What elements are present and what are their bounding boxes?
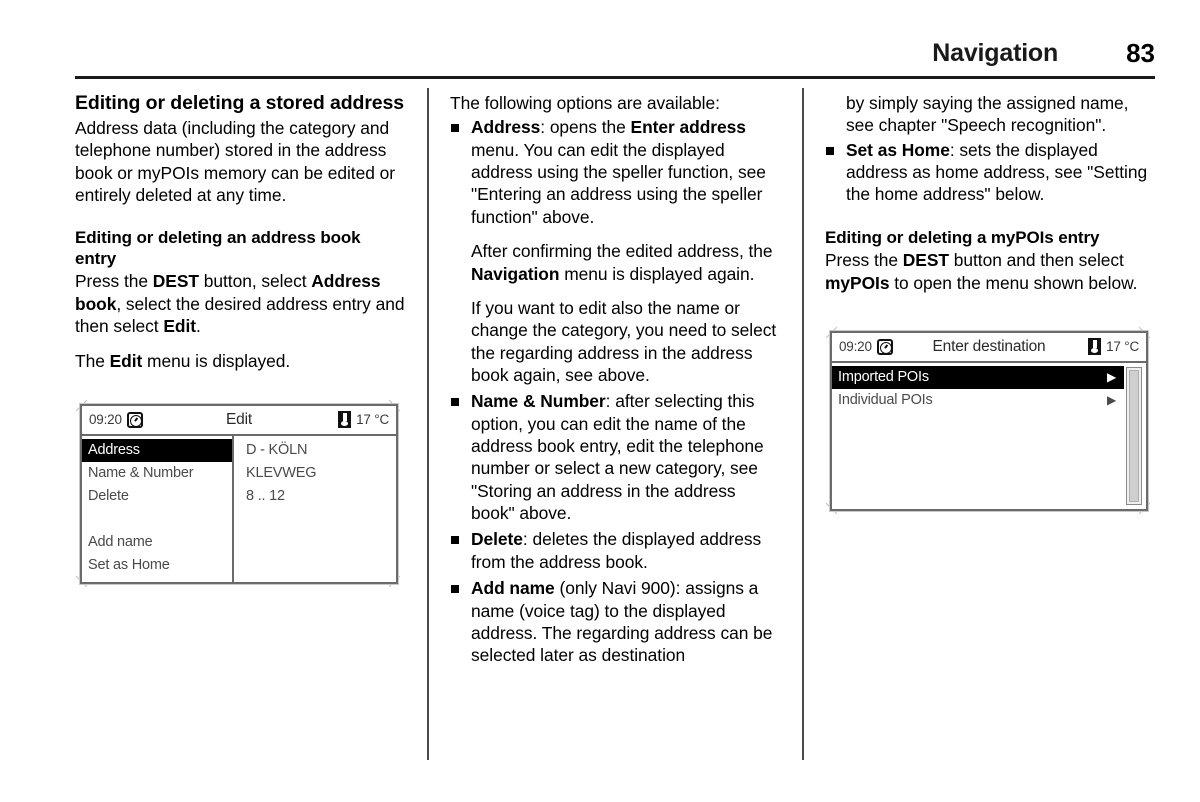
destination-temperature-group: 17 °C — [1088, 338, 1139, 356]
dest-button-ref-2: DEST — [902, 250, 949, 271]
instr-part-c: button, select — [198, 271, 312, 292]
edit-menu-ref: Edit — [109, 351, 143, 372]
list-item-imported-pois-label: Imported POIs — [838, 368, 929, 385]
bullet-delete: Delete: deletes the displayed address fr… — [450, 528, 780, 573]
bullet-name-number-term: Name & Number — [471, 391, 606, 412]
dest-button-ref: DEST — [152, 271, 199, 292]
instr-part-e: , select the desired address entry and t… — [75, 293, 405, 336]
address-extra-note-2: If you want to edit also the name or cha… — [471, 297, 777, 385]
edit-temperature-group: 17 °C — [338, 411, 389, 429]
mypois-part-e: to open the menu shown below. — [889, 272, 1138, 293]
menu-item-delete[interactable]: Delete — [82, 485, 232, 508]
mypois-ref: myPOIs — [825, 272, 890, 293]
vertical-scrollbar[interactable] — [1126, 366, 1142, 505]
manual-page: Navigation 83 Editing or deleting a stor… — [0, 0, 1200, 802]
destination-device-display: 09:20 Enter destination 17 °C Imported P… — [830, 330, 1148, 511]
bullet-address-rest: : opens the — [540, 117, 631, 138]
section-heading-stored-address: Editing or deleting a stored address — [75, 92, 405, 114]
bullet-address-rest2: menu. You can edit the displayed address… — [471, 139, 766, 227]
edit-menu-body: Address Name & Number Delete Add name Se… — [82, 435, 396, 582]
enter-address-ref: Enter address — [630, 117, 746, 138]
list-item-imported-pois[interactable]: Imported POIs ▶ — [832, 365, 1124, 389]
header-divider — [75, 76, 1155, 79]
bullet-delete-term: Delete — [471, 529, 523, 550]
menu-item-set-as-home[interactable]: Set as Home — [82, 554, 232, 577]
thermometer-icon — [1088, 338, 1102, 356]
column-divider-left — [427, 88, 429, 760]
options-bullet-list: Address: opens the Enter address menu. Y… — [450, 116, 780, 666]
subheading-address-book-entry: Editing or deleting an address book entr… — [75, 228, 361, 268]
instr-part-a: Press the — [75, 271, 153, 292]
extra1-c: menu is displayed again. — [559, 263, 755, 284]
subheading-mypois-entry: Editing or deleting a myPOIs entry — [825, 227, 1100, 247]
bullet-set-as-home-term: Set as Home — [846, 139, 950, 160]
column-divider-right — [802, 88, 804, 760]
list-item-individual-pois[interactable]: Individual POIs ▶ — [832, 389, 1124, 412]
note-part-c: menu is displayed. — [142, 351, 291, 372]
instr-part-g: . — [196, 315, 201, 336]
column-one: Editing or deleting a stored address Add… — [75, 92, 405, 762]
edit-ref: Edit — [163, 315, 196, 336]
destination-temperature-value: 17 °C — [1106, 339, 1139, 355]
menu-item-address[interactable]: Address — [82, 438, 232, 462]
mypois-part-a: Press the — [825, 250, 903, 271]
bullet-address: Address: opens the Enter address menu. Y… — [450, 116, 780, 386]
options-bullet-list-continued: Set as Home: sets the displayed address … — [825, 139, 1155, 206]
stored-address-intro: Address data (including the category and… — [75, 118, 395, 206]
edit-temperature-value: 17 °C — [356, 412, 389, 428]
edit-status-bar: 09:20 Edit 17 °C — [82, 405, 396, 436]
scrollbar-thumb[interactable] — [1129, 369, 1139, 502]
extra1-a: After confirming the edited address, the — [471, 241, 773, 262]
edit-menu-screenshot: 09:20 Edit 17 °C Address Name & Number D… — [75, 399, 400, 587]
chevron-right-icon: ▶ — [1106, 393, 1116, 408]
bullet-add-name: Add name (only Navi 900): assigns a name… — [450, 577, 780, 666]
add-name-continuation: by simply saying the assigned name, see … — [846, 93, 1129, 136]
enter-destination-screenshot: 09:20 Enter destination 17 °C Imported P… — [825, 326, 1150, 514]
bullet-name-number: Name & Number: after selecting this opti… — [450, 390, 780, 524]
destination-list-column: Imported POIs ▶ Individual POIs ▶ — [832, 363, 1146, 509]
mypois-part-c: button and then select — [948, 250, 1124, 271]
column-three: by simply saying the assigned name, see … — [825, 92, 1155, 762]
page-header: Navigation 83 — [75, 22, 1155, 66]
options-lead-in: The following options are available: — [450, 93, 720, 113]
edit-device-display: 09:20 Edit 17 °C Address Name & Number D… — [80, 403, 398, 584]
column-gap-two — [780, 88, 825, 762]
value-house-number: 8 .. 12 — [246, 487, 285, 504]
menu-item-name-number[interactable]: Name & Number — [82, 462, 232, 485]
content-columns: Editing or deleting a stored address Add… — [75, 88, 1155, 762]
value-street: KLEVWEG — [246, 464, 317, 481]
menu-item-add-name[interactable]: Add name — [82, 531, 232, 554]
chapter-title: Navigation — [932, 39, 1059, 67]
column-gap-one — [405, 88, 450, 762]
edit-values-column: D - KÖLN KLEVWEG 8 .. 12 — [234, 436, 396, 582]
address-book-instructions: Press the DEST button, select Address bo… — [75, 270, 405, 337]
destination-status-bar: 09:20 Enter destination 17 °C — [832, 332, 1146, 363]
edit-menu-displayed-note: The Edit menu is displayed. — [75, 350, 405, 372]
navigation-menu-ref: Navigation — [471, 263, 560, 284]
column-two: The following options are available: Add… — [450, 92, 780, 762]
edit-menu-items-column: Address Name & Number Delete Add name Se… — [82, 435, 234, 582]
bullet-address-term: Address — [471, 117, 541, 138]
address-extra-note-1: After confirming the edited address, the… — [471, 240, 780, 285]
chevron-right-icon: ▶ — [1106, 370, 1116, 385]
thermometer-icon — [338, 411, 352, 429]
list-item-individual-pois-label: Individual POIs — [838, 391, 933, 408]
note-part-a: The — [75, 351, 110, 372]
destination-menu-body: Imported POIs ▶ Individual POIs ▶ — [832, 363, 1146, 509]
bullet-add-name-term: Add name — [471, 578, 555, 599]
mypois-instructions: Press the DEST button and then select my… — [825, 249, 1155, 294]
bullet-set-as-home: Set as Home: sets the displayed address … — [825, 139, 1155, 206]
value-city: D - KÖLN — [246, 441, 308, 458]
page-number: 83 — [1126, 38, 1155, 68]
menu-item-spacer — [82, 508, 232, 531]
